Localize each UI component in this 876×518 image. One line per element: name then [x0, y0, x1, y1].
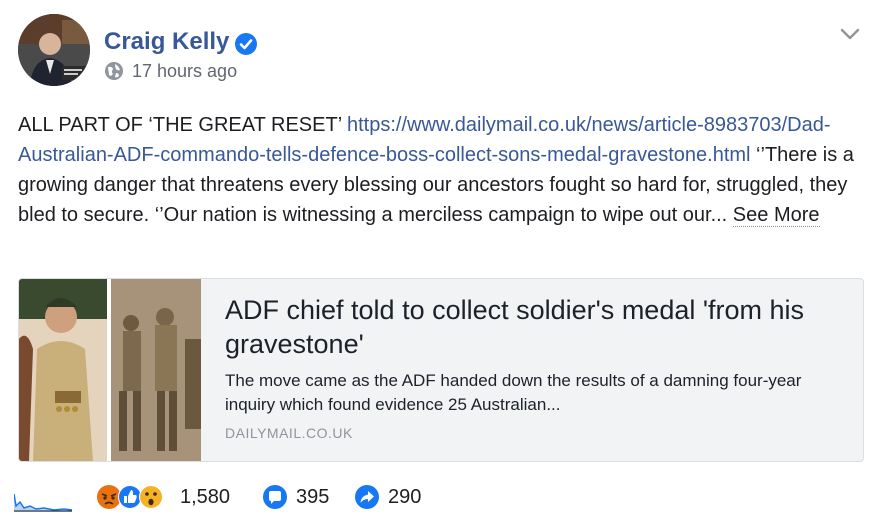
chevron-down-icon[interactable] — [836, 20, 864, 48]
share-count[interactable]: 290 — [388, 486, 421, 509]
see-more-link[interactable]: See More — [732, 204, 820, 227]
angry-reaction-icon — [97, 485, 121, 509]
reaction-count[interactable]: 1,580 — [180, 486, 230, 509]
post-meta: 17 hours ago — [104, 60, 237, 82]
wow-reaction-icon — [139, 485, 163, 509]
article-title[interactable]: ADF chief told to collect soldier's meda… — [225, 293, 845, 361]
sparkline-chart-icon — [14, 493, 72, 512]
post-header: Craig Kelly 17 hours ago — [18, 14, 868, 94]
verified-badge-icon — [235, 33, 257, 55]
globe-icon — [105, 62, 123, 80]
share-icon[interactable] — [354, 484, 380, 510]
author-name[interactable]: Craig Kelly — [104, 28, 229, 56]
post-timestamp[interactable]: 17 hours ago — [132, 61, 237, 82]
post-text-prefix: ALL PART OF ‘THE GREAT RESET’ — [18, 114, 347, 136]
engagement-bar: 1,580 395 290 — [14, 478, 864, 514]
comment-icon[interactable] — [262, 484, 288, 510]
like-reaction-icon — [118, 485, 142, 509]
post-body: ALL PART OF ‘THE GREAT RESET’ https://ww… — [18, 110, 858, 230]
author-avatar[interactable] — [18, 14, 90, 86]
comment-count[interactable]: 395 — [296, 486, 329, 509]
article-thumbnail[interactable] — [19, 279, 201, 461]
link-preview-card[interactable]: ADF chief told to collect soldier's meda… — [18, 278, 864, 462]
article-domain: DAILYMAIL.CO.UK — [225, 425, 353, 441]
article-description: The move came as the ADF handed down the… — [225, 371, 802, 414]
reactions-icon-group[interactable] — [96, 482, 172, 512]
